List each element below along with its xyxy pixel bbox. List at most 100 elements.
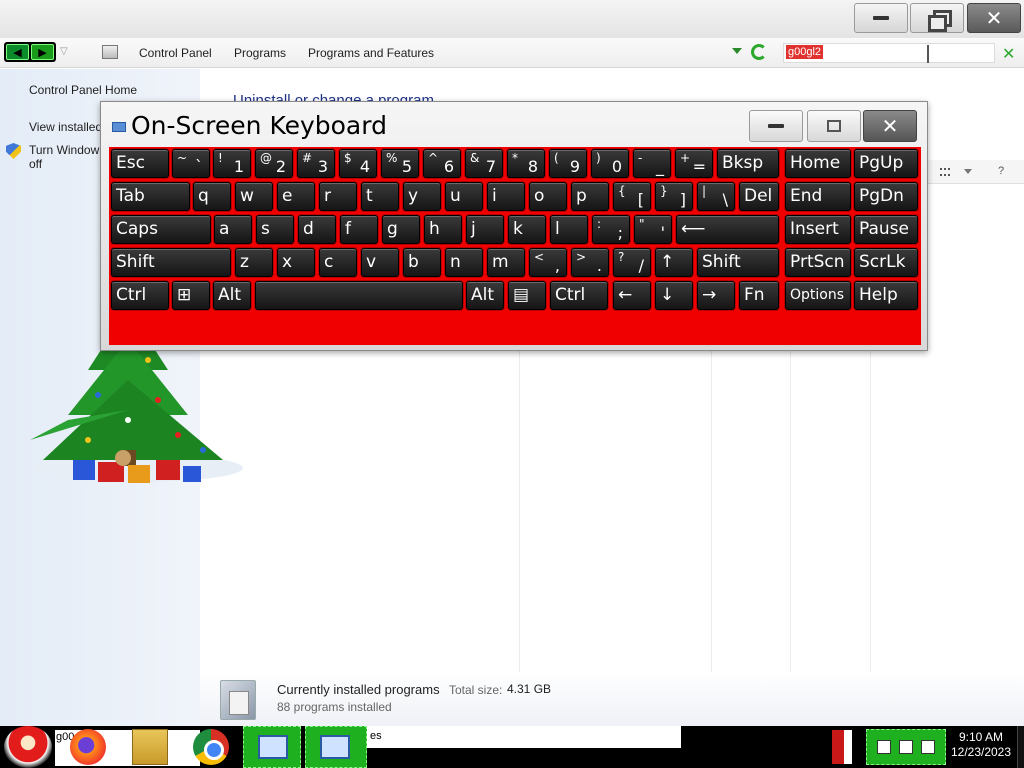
history-dropdown-icon[interactable]: ▽ — [60, 46, 68, 57]
key-0-3[interactable]: @2 — [255, 149, 293, 178]
view-dropdown-icon[interactable] — [964, 169, 972, 174]
key-pgdn[interactable]: PgDn — [854, 182, 918, 211]
key-alt[interactable]: Alt — [466, 281, 504, 310]
key-1-12[interactable]: }] — [655, 182, 693, 211]
key-esc[interactable]: Esc — [111, 149, 169, 178]
key-help[interactable]: Help — [854, 281, 918, 310]
key-i[interactable]: i — [487, 182, 525, 211]
key-z[interactable]: z — [235, 248, 273, 277]
refresh-icon[interactable] — [751, 44, 767, 60]
key-h[interactable]: h — [424, 215, 462, 244]
key-1-13[interactable]: | \ — [697, 182, 735, 211]
key-options[interactable]: Options — [785, 281, 851, 310]
key-3-8[interactable]: <, — [529, 248, 567, 277]
close-button[interactable]: ✕ — [967, 3, 1021, 33]
breadcrumb-programs[interactable]: Programs — [234, 46, 286, 60]
key-alt[interactable]: Alt — [213, 281, 251, 310]
start-button[interactable] — [4, 726, 52, 768]
key-d[interactable]: d — [298, 215, 336, 244]
key-k[interactable]: k — [508, 215, 546, 244]
osk-minimize-button[interactable] — [749, 110, 803, 142]
key-3-9[interactable]: >. — [571, 248, 609, 277]
key-4-8[interactable]: ↓ — [655, 281, 693, 310]
file-explorer-icon[interactable] — [132, 729, 168, 765]
key-l[interactable]: l — [550, 215, 588, 244]
key-0-8[interactable]: & 7 — [465, 149, 503, 178]
key-a[interactable]: a — [214, 215, 252, 244]
key-caps[interactable]: Caps — [111, 215, 211, 244]
control-panel-home-link[interactable]: Control Panel Home — [29, 83, 137, 97]
key-w[interactable]: w — [235, 182, 273, 211]
key-b[interactable]: b — [403, 248, 441, 277]
key-r[interactable]: r — [319, 182, 357, 211]
space-key[interactable] — [255, 281, 463, 310]
key-m[interactable]: m — [487, 248, 525, 277]
osk-maximize-button[interactable] — [807, 110, 861, 142]
key-bksp[interactable]: Bksp — [717, 149, 779, 178]
key-y[interactable]: y — [403, 182, 441, 211]
key-del[interactable]: Del — [739, 182, 779, 211]
key-tab[interactable]: Tab — [111, 182, 190, 211]
key-pgup[interactable]: PgUp — [854, 149, 918, 178]
key-prtscn[interactable]: PrtScn — [785, 248, 851, 277]
osk-close-button[interactable]: ✕ — [863, 110, 917, 142]
key-x[interactable]: x — [277, 248, 315, 277]
key-0-2[interactable]: ! 1 — [213, 149, 251, 178]
key-f[interactable]: f — [340, 215, 378, 244]
key-2-12[interactable]: ⟵ — [676, 215, 779, 244]
key-1-11[interactable]: {[ — [613, 182, 651, 211]
key-s[interactable]: s — [256, 215, 294, 244]
key-0-11[interactable]: ) 0 — [591, 149, 629, 178]
restore-button[interactable] — [910, 3, 964, 33]
search-input[interactable]: g00gl2 — [783, 43, 995, 63]
show-desktop-button[interactable] — [1017, 726, 1024, 768]
key-insert[interactable]: Insert — [785, 215, 851, 244]
forward-button[interactable]: ▶ — [31, 44, 54, 60]
key-fn[interactable]: Fn — [739, 281, 779, 310]
key-p[interactable]: p — [571, 182, 609, 211]
breadcrumb-programs-and-features[interactable]: Programs and Features — [308, 46, 434, 60]
key-pause[interactable]: Pause — [854, 215, 918, 244]
key-0-6[interactable]: % 5 — [381, 149, 419, 178]
key-ctrl[interactable]: Ctrl — [111, 281, 169, 310]
key-shift[interactable]: Shift — [697, 248, 779, 277]
firefox-icon[interactable] — [70, 729, 106, 765]
view-options-icon[interactable] — [940, 168, 950, 176]
key-2-10[interactable]: :; — [592, 215, 630, 244]
key-0-10[interactable]: (9 — [549, 149, 587, 178]
key-4-7[interactable]: ← — [613, 281, 651, 310]
key-3-10[interactable]: ? / — [613, 248, 651, 277]
key-u[interactable]: u — [445, 182, 483, 211]
chrome-icon[interactable] — [193, 729, 229, 765]
key-3-11[interactable]: ↑ — [655, 248, 693, 277]
key-0-12[interactable]: - _ — [633, 149, 671, 178]
key-0-5[interactable]: $4 — [339, 149, 377, 178]
menu-key[interactable]: ▤ — [508, 281, 546, 310]
key-c[interactable]: c — [319, 248, 357, 277]
key-t[interactable]: t — [361, 182, 399, 211]
clock[interactable]: 9:10 AM 12/23/2023 — [947, 730, 1015, 760]
key-2-11[interactable]: " ' — [634, 215, 672, 244]
network-icon[interactable] — [877, 740, 891, 754]
view-installed-updates-link[interactable]: View installed — [29, 120, 102, 134]
key-0-4[interactable]: #3 — [297, 149, 335, 178]
key-scrlk[interactable]: ScrLk — [854, 248, 918, 277]
key-q[interactable]: q — [193, 182, 231, 211]
help-icon[interactable]: ? — [998, 165, 1004, 177]
key-v[interactable]: v — [361, 248, 399, 277]
remote-desktop-taskbar-button[interactable] — [305, 726, 367, 768]
volume-icon[interactable] — [921, 740, 935, 754]
key-o[interactable]: o — [529, 182, 567, 211]
key-0-1[interactable]: ~ ` — [172, 149, 210, 178]
key-0-7[interactable]: ^ 6 — [423, 149, 461, 178]
key-j[interactable]: j — [466, 215, 504, 244]
key-0-13[interactable]: + = — [675, 149, 713, 178]
clear-search-icon[interactable]: ✕ — [1002, 44, 1015, 63]
breadcrumb-control-panel[interactable]: Control Panel — [139, 46, 212, 60]
key-e[interactable]: e — [277, 182, 315, 211]
key-4-9[interactable]: → — [697, 281, 735, 310]
key-end[interactable]: End — [785, 182, 851, 211]
flag-icon[interactable] — [832, 730, 852, 764]
control-panel-taskbar-button[interactable] — [243, 726, 301, 768]
address-dropdown-icon[interactable] — [732, 48, 742, 54]
